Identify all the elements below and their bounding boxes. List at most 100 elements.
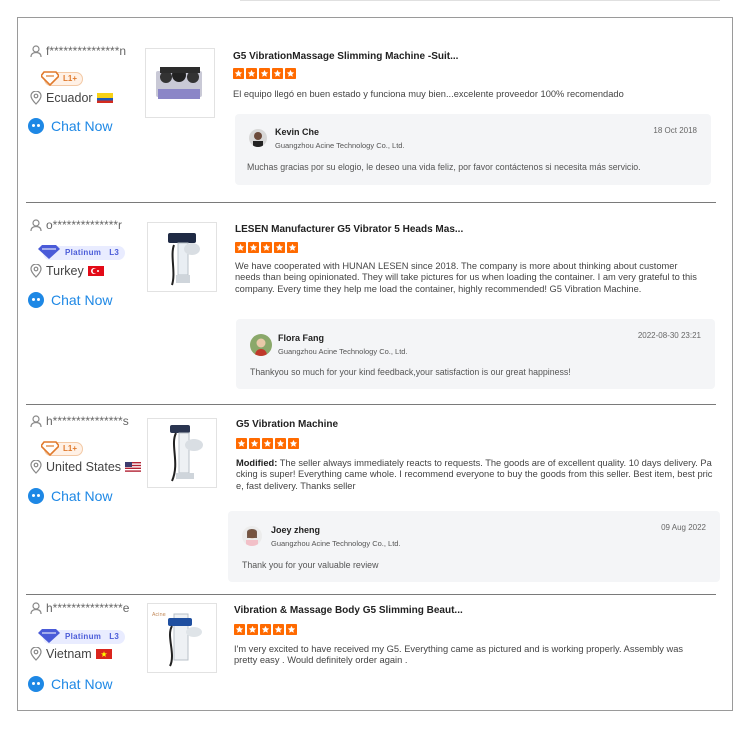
chat-now-label: Chat Now [51,118,113,134]
replier-company: Guangzhou Acine Technology Co., Ltd. [278,347,408,356]
chat-now-label: Chat Now [51,292,113,308]
replier-name: Kevin Che [275,127,320,137]
buyer-level-badge: L1+ [41,71,84,86]
product-thumbnail[interactable]: Acine [147,603,217,673]
rating-stars [233,68,296,79]
avatar [250,334,272,356]
seller-reply: Flora Fang Guangzhou Acine Technology Co… [236,319,715,389]
reviewer-country: Turkey [30,264,104,278]
user-icon [30,44,42,57]
avatar [249,129,267,147]
reply-message: Thank you for your valuable review [242,560,379,570]
badge-label: Platinum [65,632,102,641]
badge-level: L3 [109,248,120,257]
star-icon [234,624,245,635]
avatar [242,526,262,546]
us-flag-icon [125,462,142,472]
diamond-icon [38,245,60,259]
top-divider [240,0,720,1]
star-icon [286,624,297,635]
rating-stars [234,624,297,635]
reply-date: 2022-08-30 23:21 [637,331,701,340]
replier-company: Guangzhou Acine Technology Co., Ltd. [275,141,405,150]
review-text: We have cooperated with HUNAN LESEN sinc… [235,261,697,294]
reviewer: h***************s [30,414,129,428]
reviewer-country: Ecuador [30,91,113,105]
badge-label: L1+ [63,444,78,453]
star-icon [259,68,270,79]
product-title[interactable]: LESEN Manufacturer G5 Vibrator 5 Heads M… [235,224,463,235]
vietnam-flag-icon [95,649,112,659]
product-thumbnail[interactable] [145,48,215,118]
diamond-icon [38,629,60,643]
star-icon [272,68,283,79]
star-icon [246,68,257,79]
svg-text:Acine: Acine [152,612,166,618]
review-divider [26,202,716,203]
badge-label: L1+ [63,74,78,83]
turkey-flag-icon [87,266,104,276]
product-title[interactable]: G5 VibrationMassage Slimming Machine -Su… [233,51,458,62]
location-pin-icon [30,460,42,474]
diamond-icon [41,441,59,456]
reviewer: f***************n [30,44,126,58]
star-icon [274,242,285,253]
location-pin-icon [30,264,42,278]
star-icon [233,68,244,79]
reply-date: 18 Oct 2018 [653,126,697,135]
modified-tag: Modified: [236,458,278,468]
star-icon [235,242,246,253]
star-icon [262,438,273,449]
review-text: El equipo llegó en buen estado y funcion… [233,89,624,99]
product-image [156,67,202,99]
seller-reply: Joey zheng Guangzhou Acine Technology Co… [228,511,720,582]
location-pin-icon [30,647,42,661]
country-name: Turkey [46,264,84,278]
reviewer-name: f***************n [46,44,127,58]
star-icon [248,242,259,253]
location-pin-icon [30,91,42,105]
product-thumbnail[interactable] [147,418,217,488]
chat-now-label: Chat Now [51,676,113,692]
star-icon [260,624,271,635]
country-name: Ecuador [46,91,93,105]
product-title[interactable]: Vibration & Massage Body G5 Slimming Bea… [234,605,463,616]
reviewer-name: h***************e [46,601,130,615]
review-divider [26,594,716,595]
chat-now-label: Chat Now [51,488,113,504]
reviewer-country: United States [30,460,142,474]
diamond-icon [41,71,59,86]
product-image [168,233,200,286]
badge-level: L3 [109,632,120,641]
product-title[interactable]: G5 Vibration Machine [236,419,338,430]
star-icon [287,242,298,253]
chat-bubble-icon [28,676,44,692]
product-image: Acine [152,612,202,667]
replier-name: Joey zheng [271,525,321,535]
reviewer: o**************r [30,218,122,232]
chat-now-link[interactable]: Chat Now [28,676,112,692]
chat-now-link[interactable]: Chat Now [28,118,112,134]
star-icon [249,438,260,449]
chat-bubble-icon [28,488,44,504]
reply-message: Thankyou so much for your kind feedback,… [250,367,571,377]
buyer-level-badge: Platinum L3 [38,629,126,644]
rating-stars [236,438,299,449]
product-thumbnail[interactable] [147,222,217,292]
reviewer-country: Vietnam [30,647,112,661]
buyer-level-badge: L1+ [41,441,84,456]
chat-bubble-icon [28,118,44,134]
ecuador-flag-icon [96,93,113,103]
reviewer-name: o**************r [46,218,123,232]
star-icon [273,624,284,635]
review-divider [26,404,716,405]
star-icon [247,624,258,635]
chat-now-link[interactable]: Chat Now [28,488,112,504]
badge-label: Platinum [65,248,102,257]
replier-company: Guangzhou Acine Technology Co., Ltd. [271,539,401,548]
reply-message: Muchas gracias por su elogio, le deseo u… [247,162,641,172]
replier-name: Flora Fang [278,333,325,343]
star-icon [236,438,247,449]
rating-stars [235,242,298,253]
chat-now-link[interactable]: Chat Now [28,292,112,308]
